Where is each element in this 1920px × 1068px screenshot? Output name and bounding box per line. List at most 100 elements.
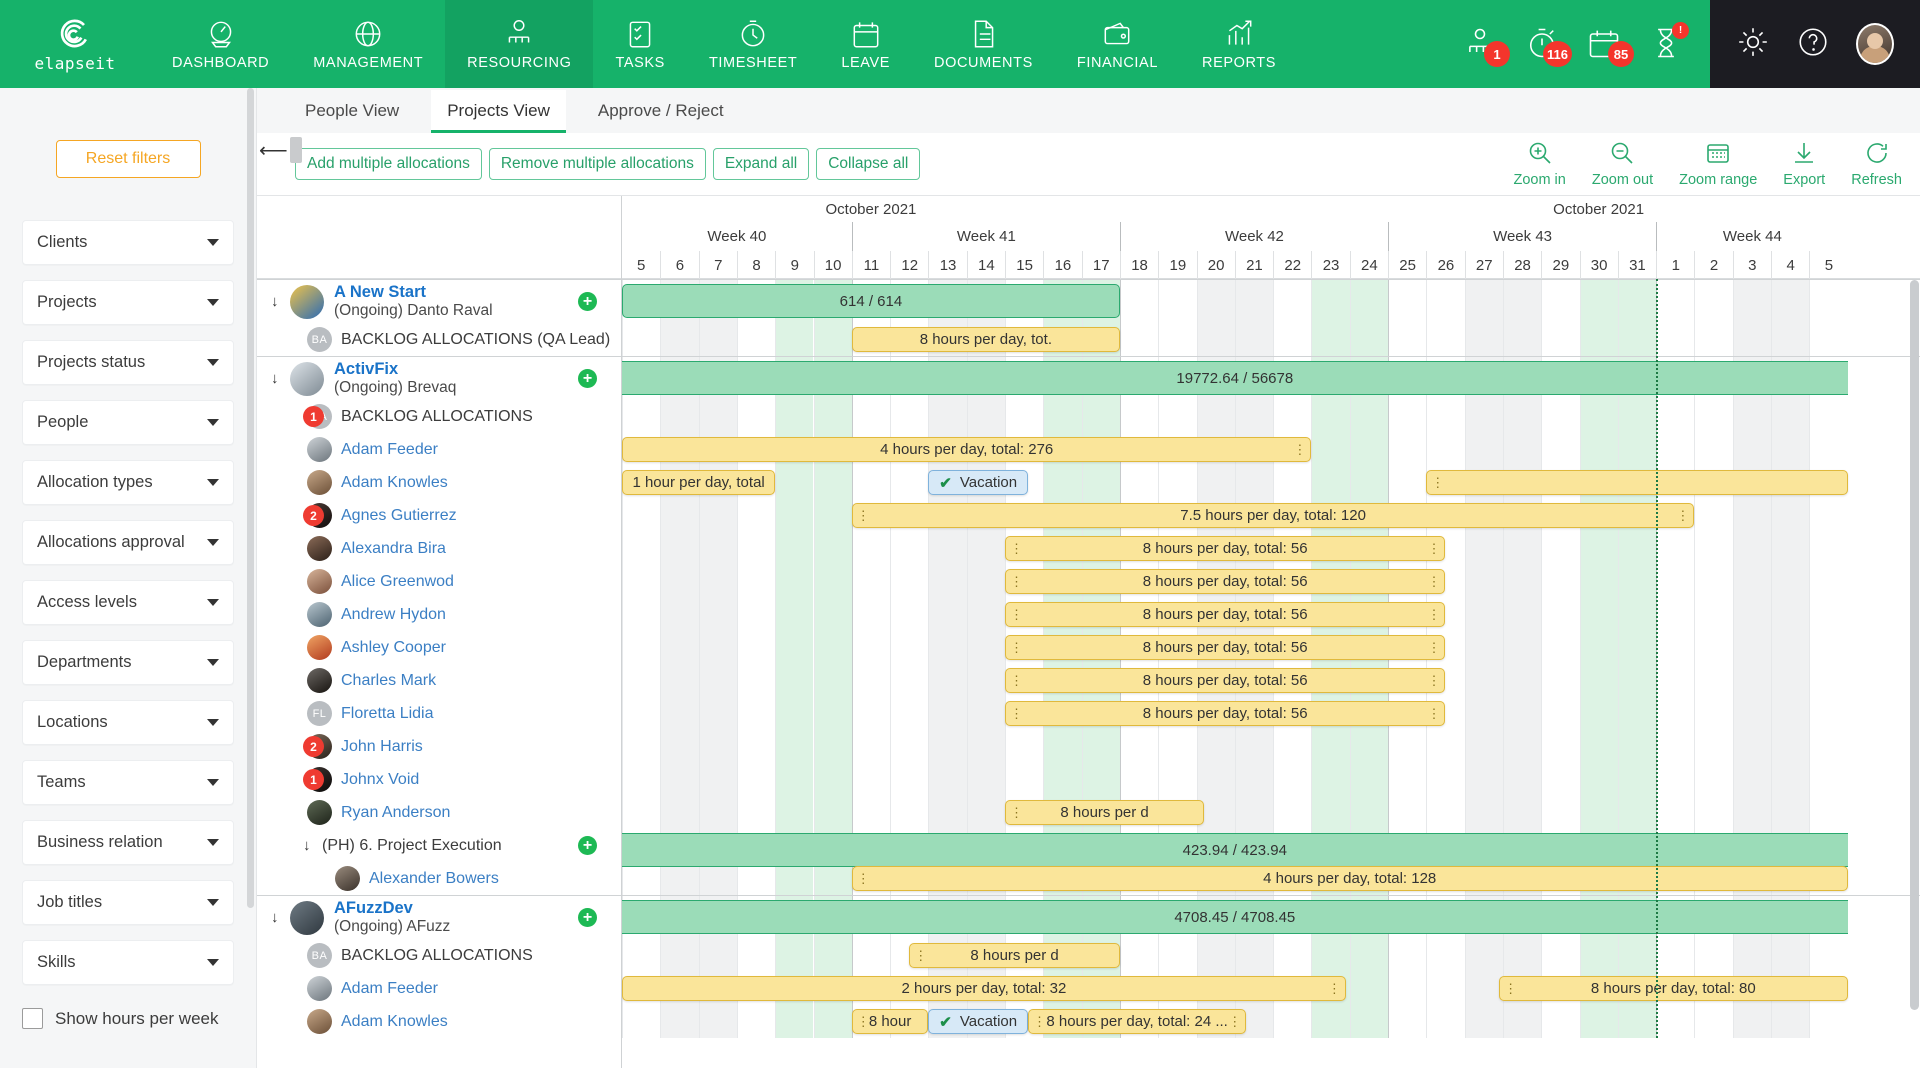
timeline-day-cell[interactable]: 5 <box>1809 251 1847 279</box>
nav-management[interactable]: MANAGEMENT <box>291 0 445 88</box>
bar-handle-left[interactable]: ⋮ <box>1010 707 1023 720</box>
zoom-range-button[interactable]: Zoom range <box>1679 140 1757 188</box>
allocation-bar[interactable]: 2 hours per day, total: 32 ⋮ <box>622 976 1346 1001</box>
filter-people[interactable]: People <box>22 400 234 445</box>
person-row[interactable]: Adam Feeder <box>257 972 621 1005</box>
nav-reports[interactable]: REPORTS <box>1180 0 1298 88</box>
timeline-day-cell[interactable]: 5 <box>622 251 660 279</box>
person-row[interactable]: Ashley Cooper <box>257 631 621 664</box>
brand-logo[interactable]: elapseit <box>0 0 150 88</box>
person-name[interactable]: Andrew Hydon <box>341 606 446 624</box>
timeline-day-cell[interactable]: 6 <box>660 251 698 279</box>
timeline-day-cell[interactable]: 4 <box>1771 251 1809 279</box>
bar-handle-right[interactable]: ⋮ <box>1427 641 1440 654</box>
person-name[interactable]: BACKLOG ALLOCATIONS <box>341 947 533 965</box>
resourcing-alert-icon[interactable]: 1 <box>1462 25 1510 67</box>
person-row[interactable]: Ryan Anderson <box>257 796 621 829</box>
tab-projects-view[interactable]: Projects View <box>431 90 566 133</box>
tab-people-view[interactable]: People View <box>289 101 415 133</box>
filter-job-titles[interactable]: Job titles <box>22 880 234 925</box>
person-name[interactable]: Johnx Void <box>341 771 419 789</box>
timeline-day-cell[interactable]: 13 <box>928 251 966 279</box>
zoom-in-button[interactable]: Zoom in <box>1513 140 1566 188</box>
allocation-bar[interactable]: ⋮ 8 hour <box>851 1009 929 1034</box>
user-avatar[interactable] <box>1856 23 1894 65</box>
allocation-bar[interactable]: ⋮ 8 hours per d <box>909 943 1120 968</box>
chevron-down-icon[interactable]: ↓ <box>303 837 317 854</box>
bar-handle-left[interactable]: ⋮ <box>1010 806 1023 819</box>
allocation-bar[interactable]: ⋮ 8 hours per day, total: 56 ⋮ <box>1005 536 1446 561</box>
person-name[interactable]: BACKLOG ALLOCATIONS <box>341 408 533 426</box>
add-allocation-button[interactable]: + <box>578 836 597 855</box>
sidebar-scrollbar[interactable] <box>247 88 254 908</box>
allocation-bar[interactable]: 614 / 614 <box>622 284 1120 318</box>
filter-clients[interactable]: Clients <box>22 220 234 265</box>
person-name[interactable]: Charles Mark <box>341 672 436 690</box>
bar-handle-right[interactable]: ⋮ <box>1328 982 1341 995</box>
person-row[interactable]: Alexander Bowers <box>257 862 621 895</box>
timeline-day-cell[interactable]: 19 <box>1158 251 1196 279</box>
bar-handle-left[interactable]: ⋮ <box>1033 1015 1046 1028</box>
filter-allocations-approval[interactable]: Allocations approval <box>22 520 234 565</box>
person-row[interactable]: BA BACKLOG ALLOCATIONS (QA Lead) <box>257 323 621 356</box>
project-row[interactable]: ↓ ActivFix (Ongoing) Brevaq + <box>257 356 621 400</box>
bar-handle-right[interactable]: ⋮ <box>1427 674 1440 687</box>
timeline-day-cell[interactable]: 1 <box>1656 251 1694 279</box>
person-row[interactable]: Charles Mark <box>257 664 621 697</box>
person-name[interactable]: Alexander Bowers <box>369 870 499 888</box>
export-button[interactable]: Export <box>1783 140 1825 188</box>
nav-resourcing[interactable]: RESOURCING <box>445 0 594 88</box>
person-name[interactable]: Adam Knowles <box>341 474 448 492</box>
person-name[interactable]: Ashley Cooper <box>341 639 446 657</box>
timeline-day-cell[interactable]: 17 <box>1081 251 1120 279</box>
show-hours-checkbox[interactable] <box>22 1008 43 1029</box>
bar-handle-right[interactable]: ⋮ <box>1427 575 1440 588</box>
timeline-day-cell[interactable]: 15 <box>1005 251 1043 279</box>
allocation-bar[interactable]: ✔ Vacation <box>928 470 1028 495</box>
add-allocation-button[interactable]: + <box>578 292 597 311</box>
person-row[interactable]: Alice Greenwod <box>257 565 621 598</box>
timeline-day-cell[interactable]: 3 <box>1732 251 1771 279</box>
timeline-day-cell[interactable]: 30 <box>1579 251 1618 279</box>
add-allocation-button[interactable]: + <box>578 369 597 388</box>
allocation-bar[interactable]: ⋮ 8 hours per day, total: 56 ⋮ <box>1005 569 1446 594</box>
bar-handle-left[interactable]: ⋮ <box>1010 542 1023 555</box>
add-allocation-button[interactable]: + <box>578 908 597 927</box>
person-name[interactable]: Agnes Gutierrez <box>341 507 457 525</box>
bar-handle-left[interactable]: ⋮ <box>1010 575 1023 588</box>
filter-teams[interactable]: Teams <box>22 760 234 805</box>
person-name[interactable]: Adam Feeder <box>341 980 438 998</box>
project-name[interactable]: A New Start <box>334 283 493 302</box>
leave-alert-icon[interactable]: 85 <box>1586 25 1634 67</box>
remove-multiple-allocations-button[interactable]: Remove multiple allocations <box>488 148 706 180</box>
nav-documents[interactable]: DOCUMENTS <box>912 0 1055 88</box>
person-name[interactable]: Ryan Anderson <box>341 804 450 822</box>
timeline-day-cell[interactable]: 11 <box>851 251 890 279</box>
allocation-bar[interactable]: ⋮ 8 hours per d <box>1005 800 1205 825</box>
allocation-bar[interactable]: 4708.45 / 4708.45 <box>622 900 1848 934</box>
filter-allocation-types[interactable]: Allocation types <box>22 460 234 505</box>
timeline-day-cell[interactable]: 23 <box>1311 251 1349 279</box>
person-name[interactable]: Adam Knowles <box>341 1013 448 1031</box>
collapse-sidebar-control[interactable]: ⟵ <box>259 137 302 163</box>
bar-handle-right[interactable]: ⋮ <box>1293 443 1306 456</box>
gear-icon[interactable] <box>1736 25 1770 64</box>
timeline-day-cell[interactable]: 25 <box>1388 251 1426 279</box>
bar-handle-left[interactable]: ⋮ <box>914 949 927 962</box>
person-row[interactable]: BA BACKLOG ALLOCATIONS <box>257 939 621 972</box>
timeline-day-cell[interactable]: 27 <box>1464 251 1503 279</box>
nav-leave[interactable]: LEAVE <box>819 0 912 88</box>
timeline-day-cell[interactable]: 10 <box>813 251 852 279</box>
project-row[interactable]: ↓ AFuzzDev (Ongoing) AFuzz + <box>257 895 621 939</box>
bar-handle-left[interactable]: ⋮ <box>1504 982 1517 995</box>
phase-row[interactable]: ↓ (PH) 6. Project Execution + <box>257 829 621 862</box>
timeline-day-cell[interactable]: 16 <box>1043 251 1081 279</box>
filter-projects[interactable]: Projects <box>22 280 234 325</box>
timeline-day-cell[interactable]: 29 <box>1541 251 1579 279</box>
person-row[interactable]: Andrew Hydon <box>257 598 621 631</box>
timeline-day-cell[interactable]: 8 <box>736 251 775 279</box>
bar-handle-left[interactable]: ⋮ <box>1431 476 1444 489</box>
allocation-bar[interactable]: ⋮ 7.5 hours per day, total: 120 ⋮ <box>851 503 1695 528</box>
person-name[interactable]: BACKLOG ALLOCATIONS (QA Lead) <box>341 331 610 349</box>
bar-handle-left[interactable]: ⋮ <box>857 1015 870 1028</box>
